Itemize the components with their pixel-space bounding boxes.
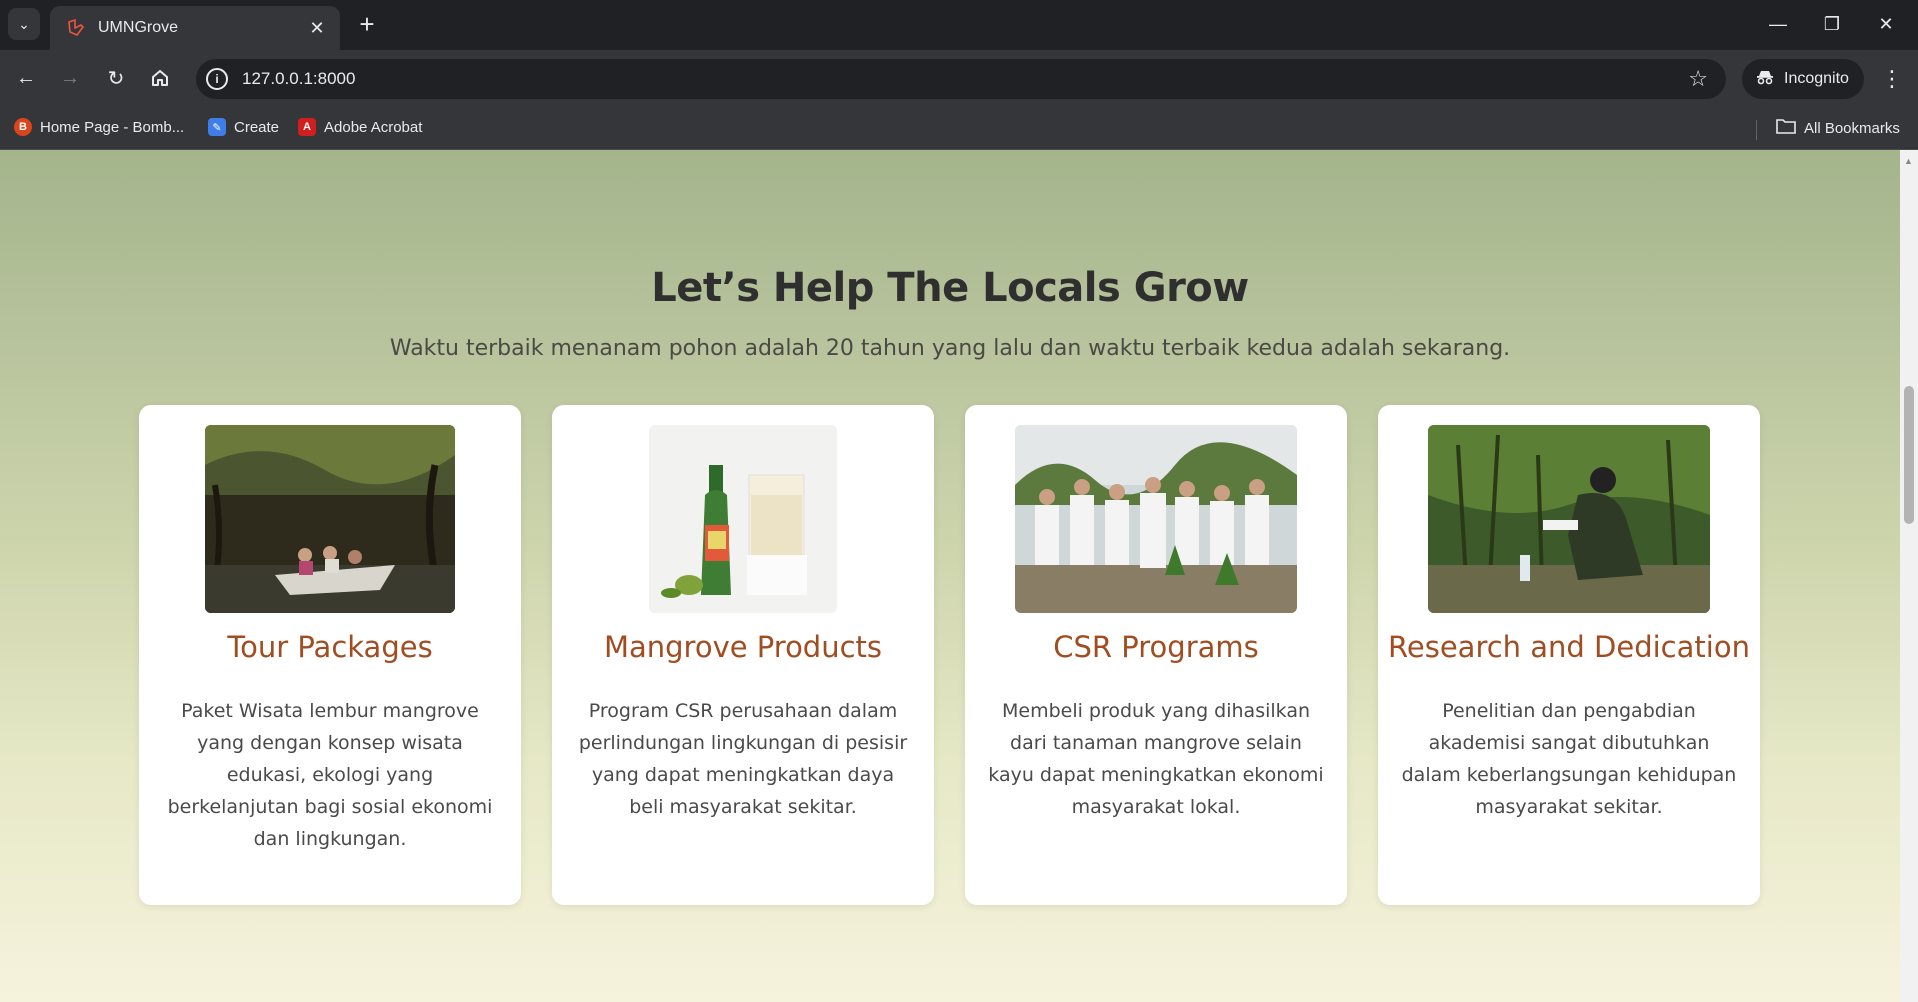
bookmarks-bar: B Home Page - Bomb... ✎ Create A Adobe A… — [0, 108, 1918, 150]
chevron-down-icon: ⌄ — [18, 15, 30, 32]
page-viewport: Let’s Help The Locals Grow Waktu terbaik… — [0, 150, 1918, 1002]
page-scrollbar[interactable]: ▲ — [1900, 150, 1918, 1002]
address-bar[interactable]: i 127.0.0.1:8000 ☆ — [196, 59, 1726, 99]
scrollbar-thumb[interactable] — [1904, 386, 1914, 524]
tab-strip: ⌄ UMNGrove ✕ + — ❐ ✕ — [0, 0, 1918, 50]
new-tab-button[interactable]: + — [352, 10, 382, 40]
bombay-favicon-icon: B — [14, 118, 32, 136]
browser-toolbar: ← → ↻ i 127.0.0.1:8000 ☆ Incognito ⋮ — [0, 50, 1918, 108]
minimize-icon[interactable]: — — [1758, 8, 1798, 40]
tab-active[interactable]: UMNGrove ✕ — [50, 6, 340, 50]
close-tab-icon[interactable]: ✕ — [306, 18, 328, 39]
laravel-favicon-icon — [66, 18, 86, 38]
incognito-label: Incognito — [1784, 70, 1849, 87]
incognito-badge[interactable]: Incognito — [1742, 59, 1864, 99]
card-description: Paket Wisata lembur mangrove yang dengan… — [167, 700, 493, 850]
forward-icon[interactable]: → — [52, 60, 88, 96]
researcher-image — [1428, 425, 1710, 613]
acrobat-icon: A — [298, 118, 316, 136]
card-title: Research and Dedication — [1388, 630, 1750, 664]
card-description: Penelitian dan pengabdian akademisi sang… — [1401, 700, 1737, 818]
bookmarks-divider — [1756, 120, 1757, 140]
bookmark-label: Adobe Acrobat — [324, 118, 423, 136]
bookmark-label: Home Page - Bomb... — [40, 118, 185, 136]
section-subtitle: Waktu terbaik menanam pohon adalah 20 ta… — [389, 336, 1511, 361]
card-title: Tour Packages — [227, 630, 433, 664]
card-csr-programs[interactable]: CSR Programs Membeli produk yang dihasil… — [965, 405, 1347, 905]
bookmark-label: Create — [234, 118, 280, 136]
card-title: Mangrove Products — [603, 630, 883, 664]
close-window-icon[interactable]: ✕ — [1866, 8, 1906, 40]
incognito-icon — [1756, 69, 1774, 90]
section-heading: Let’s Help The Locals Grow — [651, 265, 1249, 311]
back-icon[interactable]: ← — [8, 60, 44, 96]
bookmark-adobe-acrobat[interactable]: A Adobe Acrobat — [298, 118, 422, 136]
folder-icon — [1776, 118, 1796, 138]
home-icon[interactable] — [142, 60, 178, 96]
card-description: Program CSR perusahaan dalam perlindunga… — [578, 700, 908, 818]
bookmark-home-page[interactable]: B Home Page - Bomb... — [14, 118, 184, 136]
restore-icon[interactable]: ❐ — [1812, 8, 1852, 40]
card-title: CSR Programs — [1053, 630, 1259, 664]
card-description: Membeli produk yang dihasilkan dari tana… — [988, 700, 1324, 818]
kebab-menu-icon[interactable]: ⋮ — [1876, 62, 1908, 96]
tab-search-button[interactable]: ⌄ — [8, 8, 40, 40]
reload-icon[interactable]: ↻ — [98, 60, 134, 96]
all-bookmarks[interactable]: All Bookmarks — [1776, 118, 1900, 138]
syrup-bottle-image — [649, 425, 837, 613]
bookmark-create[interactable]: ✎ Create — [208, 118, 279, 136]
site-info-icon[interactable]: i — [206, 68, 228, 90]
all-bookmarks-label: All Bookmarks — [1804, 119, 1900, 137]
card-mangrove-products[interactable]: Mangrove Products Program CSR perusahaan… — [552, 405, 934, 905]
boat-tour-image — [205, 425, 455, 613]
card-tour-packages[interactable]: Tour Packages Paket Wisata lembur mangro… — [139, 405, 521, 905]
create-favicon-icon: ✎ — [208, 118, 226, 136]
tab-title: UMNGrove — [98, 19, 179, 36]
bookmark-star-icon[interactable]: ☆ — [1688, 66, 1708, 92]
card-research-dedication[interactable]: Research and Dedication Penelitian dan p… — [1378, 405, 1760, 905]
url-text[interactable]: 127.0.0.1:8000 — [242, 69, 1688, 89]
group-planting-image — [1015, 425, 1297, 613]
scroll-up-arrow-icon[interactable]: ▲ — [1904, 156, 1913, 166]
